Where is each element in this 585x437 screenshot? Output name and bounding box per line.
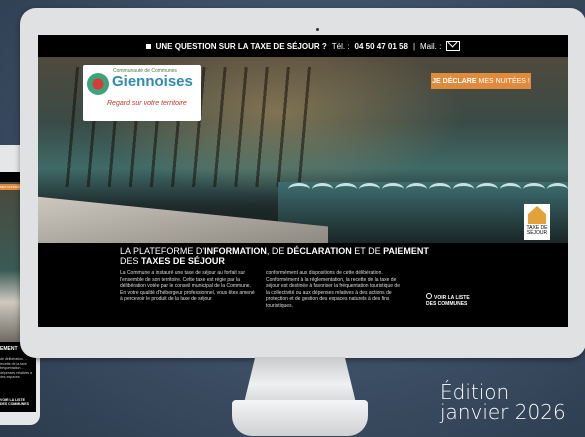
phone-list-button[interactable]: VOIR LA LISTE DES COMMUNES [0, 398, 29, 406]
circle-arrow-icon [426, 293, 432, 299]
logo-tagline: Regard sur votre territoire [107, 100, 187, 107]
info-section: LA PLATEFORME D'INFORMATION, DE DÉCLARAT… [38, 243, 568, 327]
title-part: , DE [266, 246, 287, 256]
site-logo[interactable]: Communauté de Communes Giennoises Regard… [83, 65, 201, 121]
phone-body-text: de délibération. ... recette de la taxe … [0, 357, 33, 379]
title-bold: PAIEMENT [383, 246, 429, 256]
question-text: UNE QUESTION SUR LA TAXE DE SÉJOUR ? [155, 41, 327, 51]
phone-list-line2: DES COMMUNES [0, 402, 29, 406]
logo-name: Giennoises [112, 73, 193, 90]
bridge [288, 183, 568, 199]
monitor-stand-neck [244, 357, 356, 403]
body-text-col1: La Commune a instauré une taxe de séjour… [120, 270, 255, 302]
edition-line1: Édition [440, 380, 510, 404]
declare-bold: JE DÉCLARE [432, 77, 477, 85]
badge-label: TAXE DE SÉJOUR [524, 226, 550, 236]
phone-number-link[interactable]: 04 50 47 01 58 [355, 42, 408, 51]
mail-icon[interactable] [446, 41, 461, 51]
badge-line2: SÉJOUR [526, 230, 548, 236]
list-line2: DES COMMUNES [426, 301, 468, 307]
camera-dot [316, 28, 319, 31]
separator: | [412, 41, 416, 51]
title-bold: TAXES DE SÉJOUR [141, 256, 225, 266]
tel-label: Tél. : [331, 41, 350, 51]
phone-heading: EMENT [0, 346, 18, 352]
house-icon [528, 206, 546, 224]
declare-button[interactable]: JE DÉCLARE MES NUITÉES ! [431, 73, 531, 89]
title-part: ET DE [351, 246, 384, 256]
declare-rest: MES NUITÉES ! [478, 77, 530, 85]
hero-image: Communauté de Communes Giennoises Regard… [38, 57, 568, 243]
top-contact-bar: UNE QUESTION SUR LA TAXE DE SÉJOUR ? Tél… [38, 35, 568, 57]
square-icon [145, 43, 151, 49]
title-part: DES [120, 256, 142, 266]
edition-line2: janvier 2026 [440, 400, 566, 424]
page-title: LA PLATEFORME D'INFORMATION, DE DÉCLARAT… [120, 246, 429, 266]
monitor-screen: UNE QUESTION SUR LA TAXE DE SÉJOUR ? Tél… [38, 35, 568, 327]
title-bold: INFORMATION [204, 246, 267, 256]
mail-label: Mail. : [420, 41, 442, 51]
monitor-stand-base [232, 400, 368, 436]
taxe-sejour-badge[interactable]: TAXE DE SÉJOUR [524, 204, 550, 240]
title-bold: DÉCLARATION [286, 246, 352, 256]
title-part: LA PLATEFORME D' [120, 246, 205, 256]
body-text-col2: conformément aux dispositions de cette d… [266, 270, 400, 309]
logo-emblem-icon [87, 73, 109, 95]
list-communes-button[interactable]: VOIR LA LISTE DES COMMUNES [426, 293, 470, 307]
edition-label: Édition janvier 2026 [440, 382, 566, 422]
